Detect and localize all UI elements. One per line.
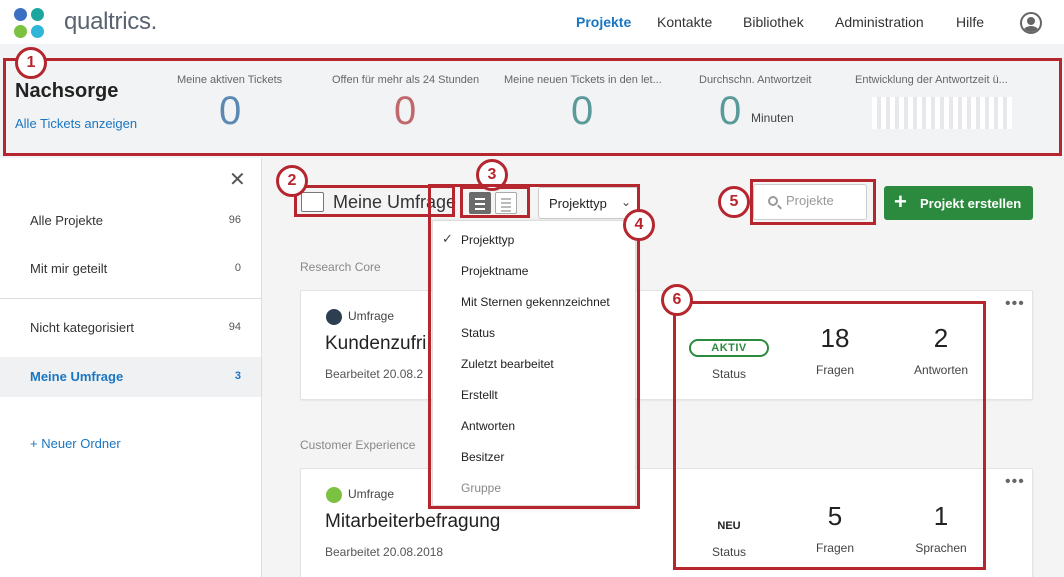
nav-hilfe[interactable]: Hilfe xyxy=(956,14,984,30)
section-label: Research Core xyxy=(300,260,381,274)
employee-experience-icon xyxy=(326,487,342,503)
create-project-label: Projekt erstellen xyxy=(920,196,1022,211)
top-navigation: qualtrics. Projekte Kontakte Bibliothek … xyxy=(0,0,1064,44)
annotation-box-5 xyxy=(750,179,876,225)
sidebar-item-count: 3 xyxy=(234,370,241,382)
new-folder-label: Neuer Ordner xyxy=(41,436,121,451)
annotation-number-5: 5 xyxy=(718,186,750,218)
annotation-number-6: 6 xyxy=(661,284,693,316)
sidebar-divider xyxy=(0,298,261,299)
nav-bibliothek[interactable]: Bibliothek xyxy=(743,14,804,30)
project-name[interactable]: Kundenzufri xyxy=(325,333,426,355)
annotation-number-2: 2 xyxy=(276,165,308,197)
sidebar-item-shared-with-me[interactable]: Mit mir geteilt 0 xyxy=(0,249,261,289)
more-options-icon[interactable]: ••• xyxy=(1005,295,1025,313)
new-folder-link[interactable]: + Neuer Ordner xyxy=(30,436,121,451)
plus-icon: + xyxy=(30,436,38,451)
sidebar-item-meine-umfrage[interactable]: Meine Umfrage 3 xyxy=(0,357,261,397)
annotation-box-4 xyxy=(428,184,640,509)
sidebar-item-all-projects[interactable]: Alle Projekte 96 xyxy=(0,201,261,241)
project-edited: Bearbeitet 20.08.2 xyxy=(325,367,424,381)
annotation-number-4: 4 xyxy=(623,209,655,241)
project-type-label: Umfrage xyxy=(348,487,395,501)
sidebar-item-label: Nicht kategorisiert xyxy=(30,320,135,335)
plus-icon: + xyxy=(894,189,907,214)
sidebar-item-count: 96 xyxy=(228,214,241,226)
project-type-label: Umfrage xyxy=(348,309,395,323)
create-project-button[interactable]: + Projekt erstellen xyxy=(884,186,1033,220)
close-sidebar-icon[interactable]: ✕ xyxy=(229,167,246,192)
nav-kontakte[interactable]: Kontakte xyxy=(657,14,712,30)
annotation-number-1: 1 xyxy=(15,47,47,79)
sidebar-item-label: Meine Umfrage xyxy=(30,369,124,384)
sidebar-item-uncategorized[interactable]: Nicht kategorisiert 94 xyxy=(0,308,261,348)
sidebar-item-count: 0 xyxy=(234,262,241,274)
sidebar-item-label: Alle Projekte xyxy=(30,213,103,228)
nav-administration[interactable]: Administration xyxy=(835,14,924,30)
nav-projekte[interactable]: Projekte xyxy=(576,14,631,30)
section-label: Customer Experience xyxy=(300,438,416,452)
annotation-box-1 xyxy=(3,58,1062,156)
research-core-icon xyxy=(326,309,342,325)
more-options-icon[interactable]: ••• xyxy=(1005,473,1025,491)
user-account-icon[interactable] xyxy=(1020,12,1042,34)
qualtrics-logo-icon[interactable] xyxy=(14,8,46,38)
project-edited: Bearbeitet 20.08.2018 xyxy=(325,545,444,559)
sidebar-item-count: 94 xyxy=(228,321,241,333)
sidebar-item-label: Mit mir geteilt xyxy=(30,261,108,276)
logo-wordmark[interactable]: qualtrics. xyxy=(64,8,157,36)
annotation-box-6 xyxy=(673,301,986,570)
project-name[interactable]: Mitarbeiterbefragung xyxy=(325,511,500,533)
